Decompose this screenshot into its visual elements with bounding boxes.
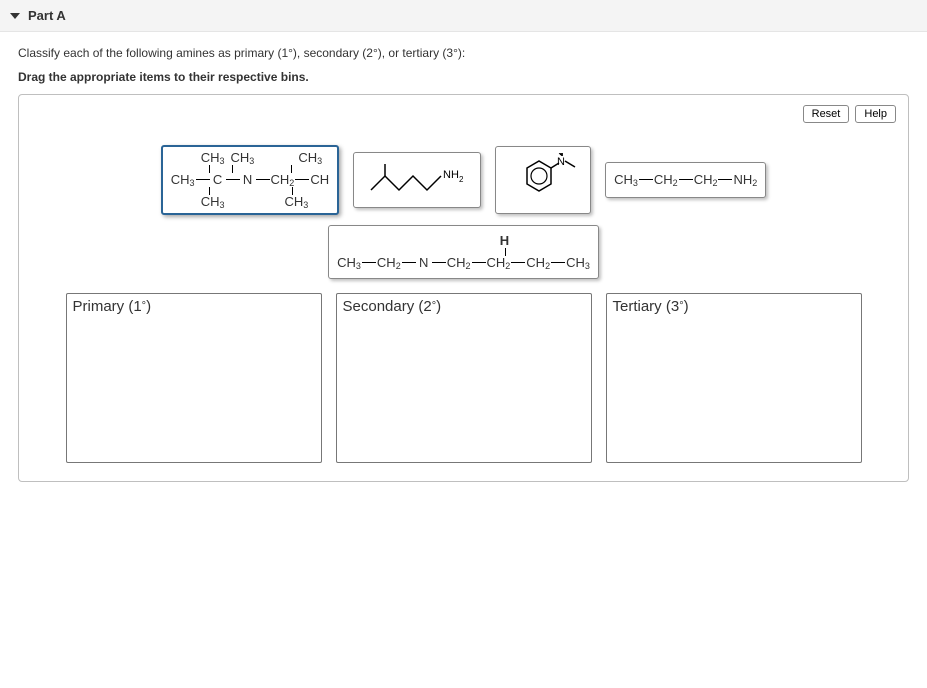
dimethylaniline-icon: N — [507, 153, 579, 207]
bins-row: Primary (1°) Secondary (2°) Tertiary (3°… — [37, 293, 890, 463]
amine-item-c[interactable]: N — [495, 146, 591, 214]
part-label: Part A — [28, 8, 66, 23]
items-row-1: CH3 CH3 CH3 — [161, 145, 767, 215]
bin-tertiary[interactable]: Tertiary (3°) — [606, 293, 862, 463]
bin-primary-title: Primary (1°) — [73, 298, 152, 315]
part-header[interactable]: Part A — [0, 0, 927, 32]
formula-e: H CH3 CH2 N — [337, 234, 590, 270]
skeletal-primary-amine-icon: NH 2 — [367, 160, 467, 200]
amine-item-d[interactable]: CH3 CH2 CH2 NH2 — [605, 162, 766, 198]
bin-primary[interactable]: Primary (1°) — [66, 293, 322, 463]
bin-tertiary-title: Tertiary (3°) — [613, 298, 689, 315]
help-button[interactable]: Help — [855, 105, 896, 123]
items-row-2: H CH3 CH2 N — [328, 225, 599, 279]
drag-instruction: Drag the appropriate items to their resp… — [18, 70, 909, 84]
formula-a: CH3 CH3 CH3 — [171, 151, 329, 209]
amine-item-b[interactable]: NH 2 — [353, 152, 481, 208]
work-panel: Reset Help CH3 CH3 — [18, 94, 909, 482]
question-container: Part A Classify each of the following am… — [0, 0, 927, 502]
panel-buttons: Reset Help — [803, 105, 896, 123]
draggable-items-area: CH3 CH3 CH3 — [37, 145, 890, 279]
formula-d: CH3 CH2 CH2 NH2 — [614, 173, 757, 187]
bin-secondary[interactable]: Secondary (2°) — [336, 293, 592, 463]
svg-text:NH: NH — [443, 169, 459, 181]
collapse-triangle-icon — [10, 13, 20, 19]
question-prompt: Classify each of the following amines as… — [18, 46, 909, 60]
question-body: Classify each of the following amines as… — [0, 32, 927, 502]
reset-button[interactable]: Reset — [803, 105, 850, 123]
amine-item-a[interactable]: CH3 CH3 CH3 — [161, 145, 339, 215]
svg-text:N: N — [557, 156, 565, 168]
amine-item-e[interactable]: H CH3 CH2 N — [328, 225, 599, 279]
bin-secondary-title: Secondary (2°) — [343, 298, 442, 315]
svg-text:2: 2 — [459, 175, 464, 184]
